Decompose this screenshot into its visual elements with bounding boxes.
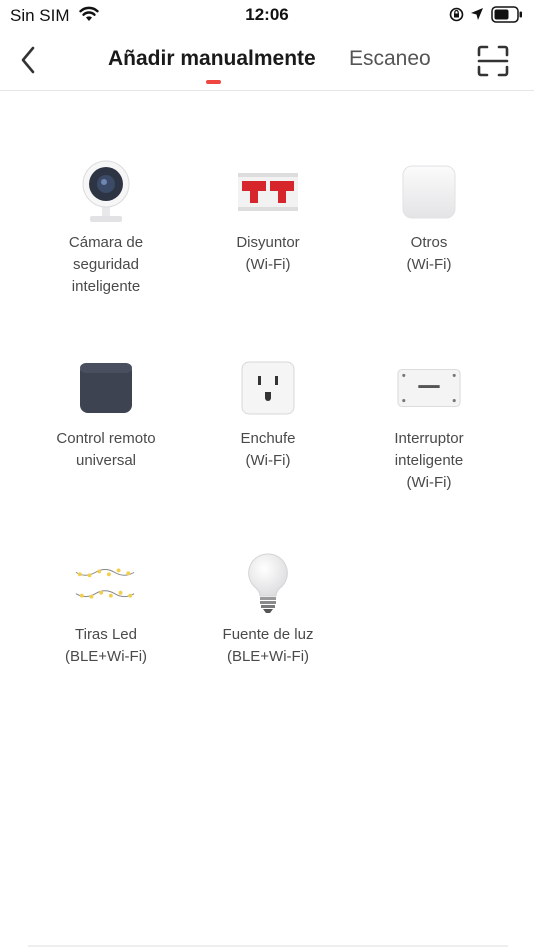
tab-scan[interactable]: Escaneo <box>349 47 431 71</box>
device-label: Interruptor inteligente (Wi-Fi) <box>394 430 464 491</box>
back-button[interactable] <box>12 42 44 78</box>
device-outlet[interactable]: Enchufe (Wi-Fi) <box>212 356 324 552</box>
orientation-lock-icon <box>449 7 464 22</box>
outlet-icon <box>236 356 300 420</box>
light-bulb-icon <box>236 552 300 616</box>
location-arrow-icon <box>471 8 483 20</box>
device-led-strip[interactable]: Tiras Led (BLE+Wi-Fi) <box>0 552 212 748</box>
led-strip-icon <box>74 552 138 616</box>
device-security-camera[interactable]: Cámara de seguridad inteligente <box>0 160 212 356</box>
home-indicator-area <box>28 945 508 947</box>
device-grid: Cámara de seguridad inteligente Disyunto… <box>0 160 534 748</box>
device-label: Otros (Wi-Fi) <box>406 234 452 273</box>
device-label: Control remoto universal <box>56 430 156 469</box>
active-tab-indicator <box>206 80 221 84</box>
device-light-source[interactable]: Fuente de luz (BLE+Wi-Fi) <box>212 552 324 748</box>
status-bar: Sin SIM 12:06 <box>0 0 534 32</box>
device-label: Tiras Led (BLE+Wi-Fi) <box>64 626 148 665</box>
generic-device-icon <box>397 160 461 224</box>
device-smart-switch[interactable]: Interruptor inteligente (Wi-Fi) <box>324 356 534 552</box>
device-label: Cámara de seguridad inteligente <box>68 234 144 295</box>
device-label: Disyuntor (Wi-Fi) <box>236 234 300 273</box>
circuit-breaker-icon <box>236 160 300 224</box>
chevron-left-icon <box>21 46 35 74</box>
device-universal-remote[interactable]: Control remoto universal <box>0 356 212 552</box>
remote-hub-icon <box>74 356 138 420</box>
scan-qr-icon[interactable] <box>476 44 510 78</box>
device-circuit-breaker[interactable]: Disyuntor (Wi-Fi) <box>212 160 324 356</box>
tab-add-manually[interactable]: Añadir manualmente <box>108 47 316 71</box>
battery-icon <box>491 6 522 23</box>
device-label: Fuente de luz (BLE+Wi-Fi) <box>222 626 314 665</box>
device-others[interactable]: Otros (Wi-Fi) <box>324 160 534 356</box>
nav-bar: Añadir manualmente Escaneo <box>0 32 534 91</box>
device-label: Enchufe (Wi-Fi) <box>240 430 296 469</box>
smart-switch-icon <box>397 356 461 420</box>
security-camera-icon <box>74 160 138 224</box>
